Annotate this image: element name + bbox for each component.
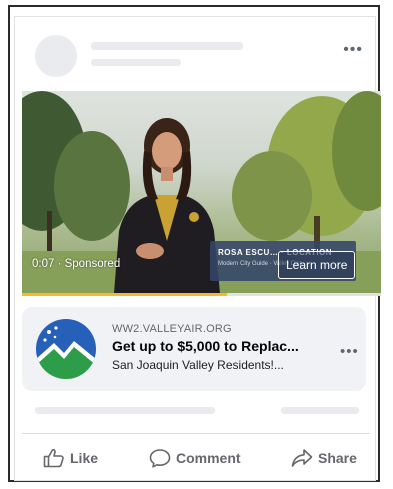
reactions-placeholder	[35, 407, 215, 414]
comment-button[interactable]: Comment	[149, 445, 241, 471]
post-more-options-button[interactable]: •••	[343, 41, 363, 59]
valley-air-logo-icon	[36, 319, 96, 379]
ad-domain: WW2.VALLEYAIR.ORG	[112, 323, 232, 335]
ad-headline[interactable]: Get up to $5,000 to Replac...	[112, 338, 299, 354]
video-progress-bar[interactable]	[22, 293, 381, 296]
ad-description: San Joaquin Valley Residents!...	[112, 358, 284, 372]
like-button[interactable]: Like	[43, 445, 98, 471]
comments-count-placeholder	[281, 407, 359, 414]
ad-more-options-button[interactable]: •••	[340, 343, 359, 360]
share-label: Share	[318, 450, 357, 466]
action-bar-divider	[22, 433, 370, 434]
meta-placeholder	[91, 59, 181, 66]
share-button[interactable]: Share	[291, 445, 357, 471]
video-player[interactable]: 0:07 · Sponsored ROSA ESCU… · LOCATION M…	[22, 91, 381, 293]
comment-label: Comment	[176, 450, 241, 466]
video-timestamp: 0:07 · Sponsored	[32, 258, 121, 270]
share-arrow-icon	[291, 449, 313, 467]
thumbs-up-icon	[43, 448, 64, 468]
comment-bubble-icon	[149, 449, 171, 468]
video-progress-fill	[22, 293, 227, 296]
name-placeholder	[91, 42, 243, 50]
avatar-placeholder	[35, 35, 77, 77]
ad-link-preview[interactable]: WW2.VALLEYAIR.ORG Get up to $5,000 to Re…	[22, 307, 366, 391]
facebook-post-card: ••• 0:07 · Sponsored ROSA ESCU… · LOCATI…	[14, 16, 381, 481]
like-label: Like	[70, 450, 99, 466]
learn-more-button[interactable]: Learn more	[278, 251, 356, 279]
